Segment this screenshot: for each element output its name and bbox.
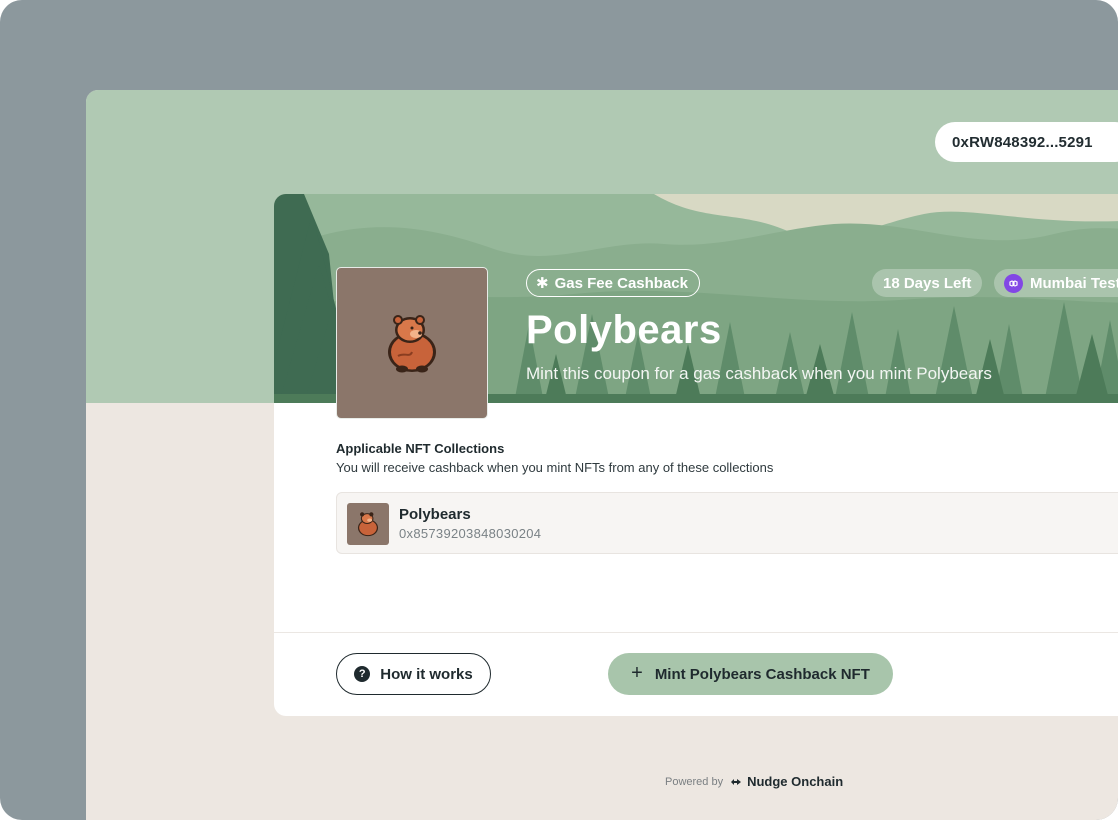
collection-logo [336, 267, 488, 419]
bear-icon [388, 315, 436, 373]
window-frame: 0xRW848392...5291 ✱ Gas Fee Cashback 18 … [0, 0, 1118, 820]
mint-button[interactable]: + Mint Polybears Cashback NFT [608, 653, 893, 695]
list-item[interactable]: Polybears 0x85739203848030204 [336, 492, 1118, 554]
how-it-works-label: How it works [380, 665, 473, 683]
question-circle-icon: ? [354, 666, 371, 682]
coupon-card: ✱ Gas Fee Cashback 18 Days Left Mumbai T… [274, 194, 1118, 716]
collection-address: 0x85739203848030204 [399, 526, 542, 541]
polygon-icon [1004, 273, 1023, 293]
bear-icon [357, 512, 379, 537]
app-window: 0xRW848392...5291 ✱ Gas Fee Cashback 18 … [86, 90, 1118, 820]
coupon-title: Polybears [526, 308, 722, 352]
collections-description: You will receive cashback when you mint … [336, 460, 774, 475]
brand-name: Nudge Onchain [747, 774, 844, 789]
network-label: Mumbai Testnet [1030, 274, 1118, 292]
network-badge: Mumbai Testnet [994, 269, 1118, 297]
powered-by-footer: Powered by Nudge Onchain [665, 774, 843, 789]
mint-label: Mint Polybears Cashback NFT [654, 665, 870, 683]
brand-link[interactable]: Nudge Onchain [730, 774, 843, 789]
powered-by-label: Powered by [665, 775, 724, 788]
how-it-works-button[interactable]: ? How it works [336, 653, 491, 695]
coupon-subtitle: Mint this coupon for a gas cashback when… [526, 364, 992, 383]
days-left-badge: 18 Days Left [872, 269, 983, 297]
asterisk-icon: ✱ [536, 275, 549, 292]
wallet-address-button[interactable]: 0xRW848392...5291 [935, 122, 1118, 162]
cashback-type-label: Gas Fee Cashback [554, 274, 688, 292]
nudge-logo-icon [731, 778, 742, 785]
cashback-type-badge: ✱ Gas Fee Cashback [526, 269, 700, 297]
collections-heading: Applicable NFT Collections [336, 441, 505, 456]
collection-name: Polybears [399, 506, 471, 523]
wallet-address: 0xRW848392...5291 [952, 133, 1093, 151]
days-left-label: 18 Days Left [883, 274, 972, 292]
collection-thumbnail [347, 503, 389, 545]
footer-divider [274, 632, 1118, 633]
plus-icon: + [631, 662, 643, 684]
